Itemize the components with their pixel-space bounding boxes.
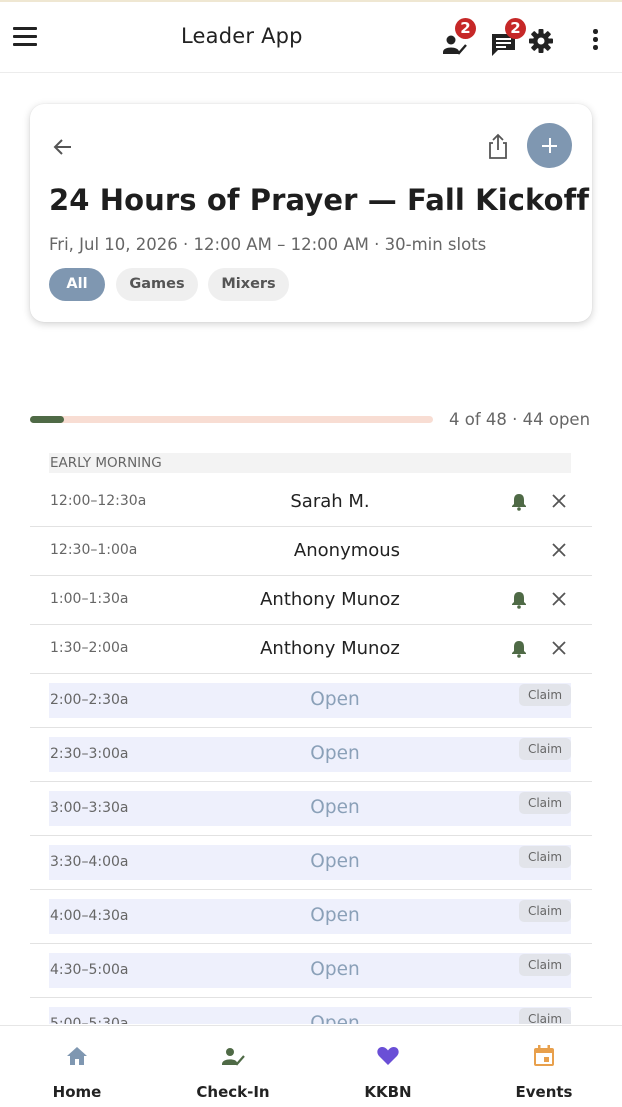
open-slot-row: 2:00–2:30a Open Claim [30, 674, 592, 728]
nav-label: Check-In [196, 1083, 270, 1101]
chip-mixers[interactable]: Mixers [208, 268, 289, 301]
menu-icon[interactable] [13, 27, 37, 47]
progress-label: 4 of 48 · 44 open [449, 410, 591, 429]
slot-open-label: Open [310, 743, 360, 764]
nav-check-in[interactable]: Check-In [173, 1026, 293, 1107]
messages-badge: 2 [505, 18, 526, 39]
chip-games[interactable]: Games [116, 268, 198, 301]
claim-button[interactable]: Claim [519, 900, 571, 922]
slot-open-label: Open [310, 1013, 360, 1024]
slot-open-label: Open [310, 959, 360, 980]
claim-button[interactable]: Claim [519, 846, 571, 868]
chat-icon[interactable]: 2 [490, 18, 526, 58]
event-title: 24 Hours of Prayer — Fall Kickoff [49, 183, 590, 217]
nav-kkbn[interactable]: KKBN [328, 1026, 448, 1107]
checkin-icon[interactable]: 2 [441, 18, 476, 58]
slot-name: Anonymous [293, 540, 401, 561]
home-icon [65, 1044, 89, 1068]
nav-home[interactable]: Home [17, 1026, 137, 1107]
app-title: Leader App [181, 24, 303, 48]
slot-open-label: Open [310, 797, 360, 818]
add-slot-button[interactable] [527, 123, 572, 168]
open-slot-row: 5:00–5:30a Open Claim [30, 998, 592, 1024]
slot-time: 5:00–5:30a [50, 1016, 129, 1024]
progress-fill [30, 416, 64, 423]
claim-button[interactable]: Claim [519, 684, 571, 706]
slot-row: 1:30–2:00a Anthony Munoz [30, 625, 592, 674]
open-slot-row: 3:00–3:30a Open Claim [30, 782, 592, 836]
slot-row: 12:30–1:00a Anonymous [30, 527, 592, 576]
back-arrow-icon[interactable] [51, 135, 75, 159]
slot-row: 1:00–1:30a Anthony Munoz [30, 576, 592, 625]
open-slot-row: 4:00–4:30a Open Claim [30, 890, 592, 944]
slot-list: 12:00–12:30a Sarah M. 12:30–1:00a Anonym… [30, 478, 592, 1024]
slot-time: 4:00–4:30a [50, 908, 129, 924]
bell-icon[interactable] [511, 591, 527, 609]
app-bar: Leader App 2 2 [0, 0, 622, 73]
heart-icon [376, 1044, 400, 1068]
checkin-icon [221, 1044, 245, 1068]
slot-time: 1:00–1:30a [50, 591, 129, 607]
slot-open-label: Open [310, 689, 360, 710]
slot-time: 2:00–2:30a [50, 692, 129, 708]
slot-time: 4:30–5:00a [50, 962, 129, 978]
nav-label: KKBN [364, 1083, 412, 1101]
slot-time: 12:00–12:30a [50, 493, 147, 509]
claim-button[interactable]: Claim [519, 738, 571, 760]
nav-label: Events [515, 1083, 573, 1101]
slot-time: 3:30–4:00a [50, 854, 129, 870]
slot-time: 12:30–1:00a [50, 542, 138, 558]
slot-row: 12:00–12:30a Sarah M. [30, 478, 592, 527]
event-card: 24 Hours of Prayer — Fall Kickoff Fri, J… [30, 104, 592, 322]
slot-time: 1:30–2:00a [50, 640, 129, 656]
share-icon[interactable] [486, 132, 510, 160]
open-slot-row: 4:30–5:00a Open Claim [30, 944, 592, 998]
slot-name: Sarah M. [290, 491, 370, 512]
bell-icon[interactable] [511, 493, 527, 511]
bottom-nav: Home Check-In KKBN Events [0, 1025, 622, 1107]
claim-button[interactable]: Claim [519, 1008, 571, 1024]
open-slot-row: 2:30–3:00a Open Claim [30, 728, 592, 782]
chip-all[interactable]: All [49, 268, 105, 301]
slot-open-label: Open [310, 905, 360, 926]
bell-icon[interactable] [511, 640, 527, 658]
remove-icon[interactable] [550, 590, 568, 608]
slot-name: Anthony Munoz [260, 638, 400, 659]
slot-name: Anthony Munoz [260, 589, 400, 610]
remove-icon[interactable] [550, 492, 568, 510]
slot-open-label: Open [310, 851, 360, 872]
claim-button[interactable]: Claim [519, 792, 571, 814]
section-header: EARLY MORNING [49, 453, 571, 473]
remove-icon[interactable] [550, 639, 568, 657]
slot-time: 3:00–3:30a [50, 800, 129, 816]
more-vert-icon[interactable] [590, 28, 600, 52]
claim-button[interactable]: Claim [519, 954, 571, 976]
open-slot-row: 3:30–4:00a Open Claim [30, 836, 592, 890]
calendar-icon [532, 1044, 556, 1068]
nav-label: Home [52, 1083, 102, 1101]
event-meta: Fri, Jul 10, 2026 · 12:00 AM – 12:00 AM … [49, 235, 487, 254]
checkin-badge: 2 [455, 18, 476, 39]
gear-icon[interactable] [527, 27, 555, 55]
progress-bar [30, 416, 433, 423]
remove-icon[interactable] [550, 541, 568, 559]
slot-time: 2:30–3:00a [50, 746, 129, 762]
nav-events[interactable]: Events [484, 1026, 604, 1107]
